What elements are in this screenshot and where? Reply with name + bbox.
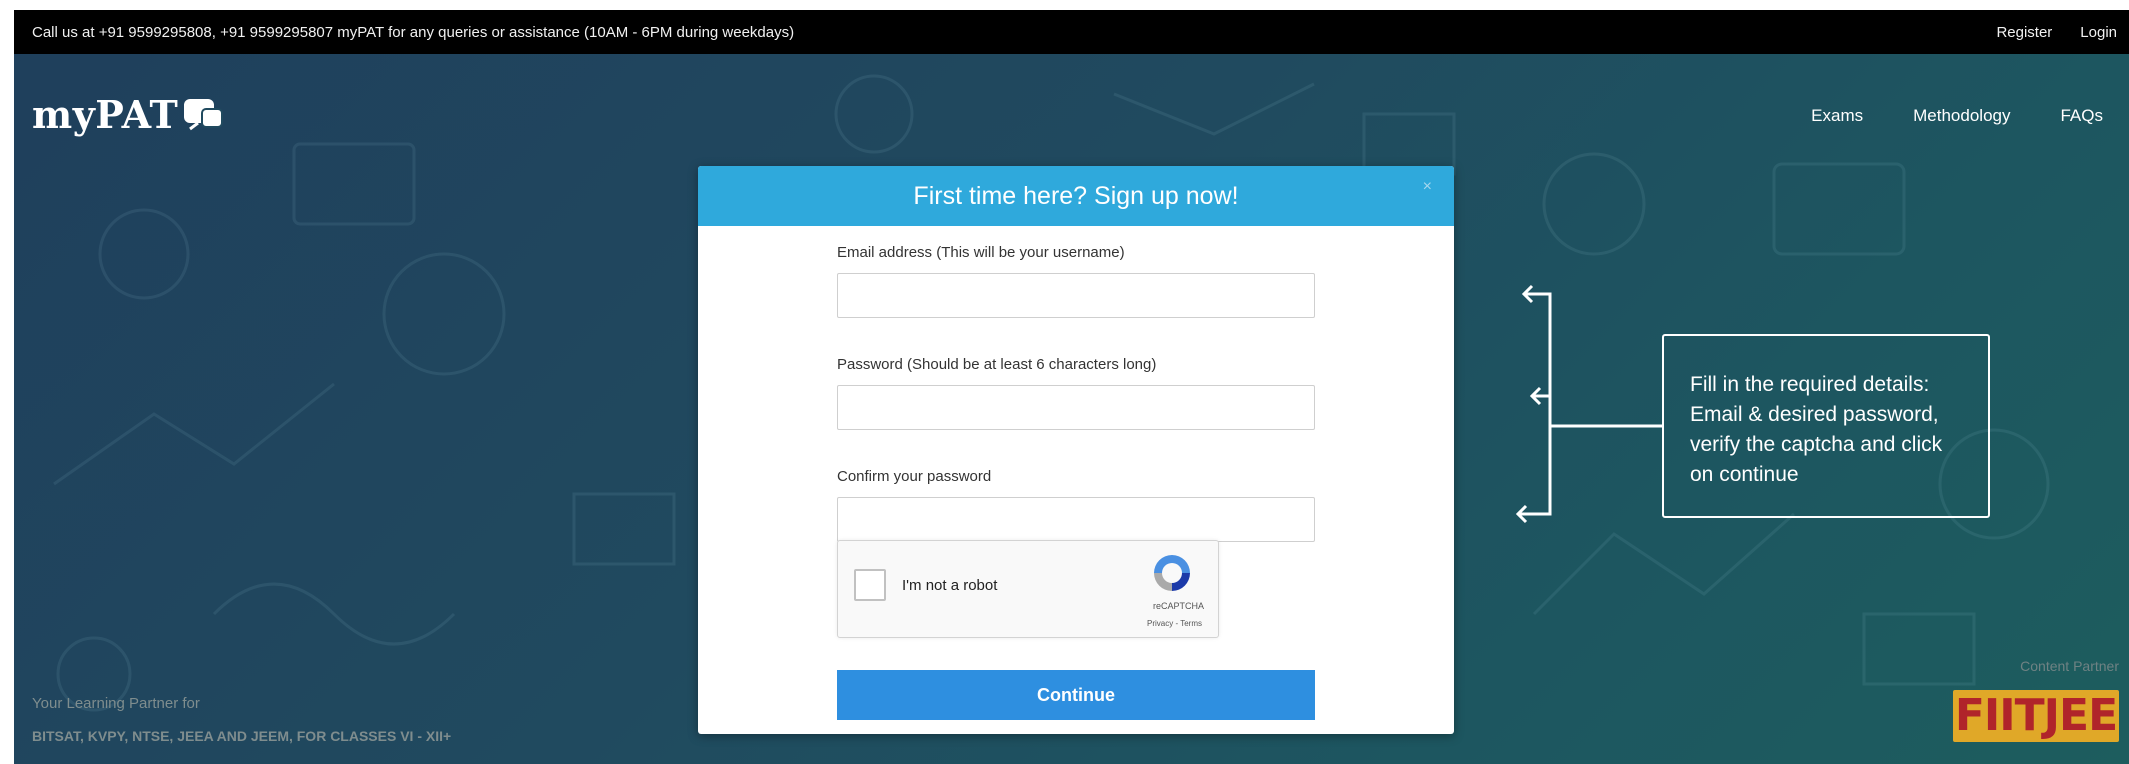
nav-faqs[interactable]: FAQs [2060,106,2103,126]
recaptcha-brand: reCAPTCHA [1152,601,1204,611]
callout-line-3: verify the captcha and click [1690,433,1943,456]
email-field[interactable] [837,273,1315,318]
modal-title: First time here? Sign up now! [913,181,1239,210]
password-label: Password (Should be at least 6 character… [837,356,1157,373]
password-field[interactable] [837,385,1315,430]
confirm-password-field[interactable] [837,497,1315,542]
logo-text: myPAT [32,92,179,137]
continue-button[interactable]: Continue [837,670,1315,720]
callout-line-1: Fill in the required details: [1690,373,1930,396]
content-partner-label: Content Partner [2020,658,2119,674]
instruction-callout: Fill in the required details: Email & de… [1662,334,1990,518]
nav-exams[interactable]: Exams [1811,106,1863,126]
signup-modal: First time here? Sign up now! × Email ad… [698,166,1454,734]
top-contact-bar: Call us at +91 9599295808, +91 959929580… [14,10,2129,54]
close-icon[interactable]: × [1423,178,1432,196]
recaptcha-checkbox[interactable] [854,569,886,601]
contact-text: Call us at +91 9599295808, +91 959929580… [32,23,795,41]
nav-methodology[interactable]: Methodology [1913,106,2010,126]
email-label: Email address (This will be your usernam… [837,244,1125,261]
mypat-logo[interactable]: myPAT [32,92,226,137]
recaptcha-label: I'm not a robot [902,577,998,594]
recaptcha-terms-link[interactable]: Privacy - Terms [1147,619,1202,628]
confirm-password-label: Confirm your password [837,468,992,485]
login-link[interactable]: Login [2080,24,2117,41]
modal-header: First time here? Sign up now! × [698,166,1454,226]
page-background: Call us at +91 9599295808, +91 959929580… [14,10,2129,764]
recaptcha-logo-icon [1154,555,1190,591]
top-links: Register Login [1996,24,2117,41]
register-link[interactable]: Register [1996,24,2052,41]
partner-line-2: BITSAT, KVPY, NTSE, JEEA AND JEEM, FOR C… [32,728,452,744]
fiitjee-logo: FIITJEE [1953,690,2119,742]
recaptcha-widget: I'm not a robot reCAPTCHA Privacy - Term… [837,540,1219,638]
partner-line-1: Your Learning Partner for [32,695,200,712]
callout-line-4: on continue [1690,463,1799,486]
learning-partner-text: Your Learning Partner for BITSAT, KVPY, … [32,688,451,752]
callout-arrows [1515,284,1664,524]
logo-emblem-icon [184,98,224,130]
main-nav: Exams Methodology FAQs [1811,106,2103,126]
callout-line-2: Email & desired password, [1690,403,1939,426]
modal-body: Email address (This will be your usernam… [698,226,1454,720]
